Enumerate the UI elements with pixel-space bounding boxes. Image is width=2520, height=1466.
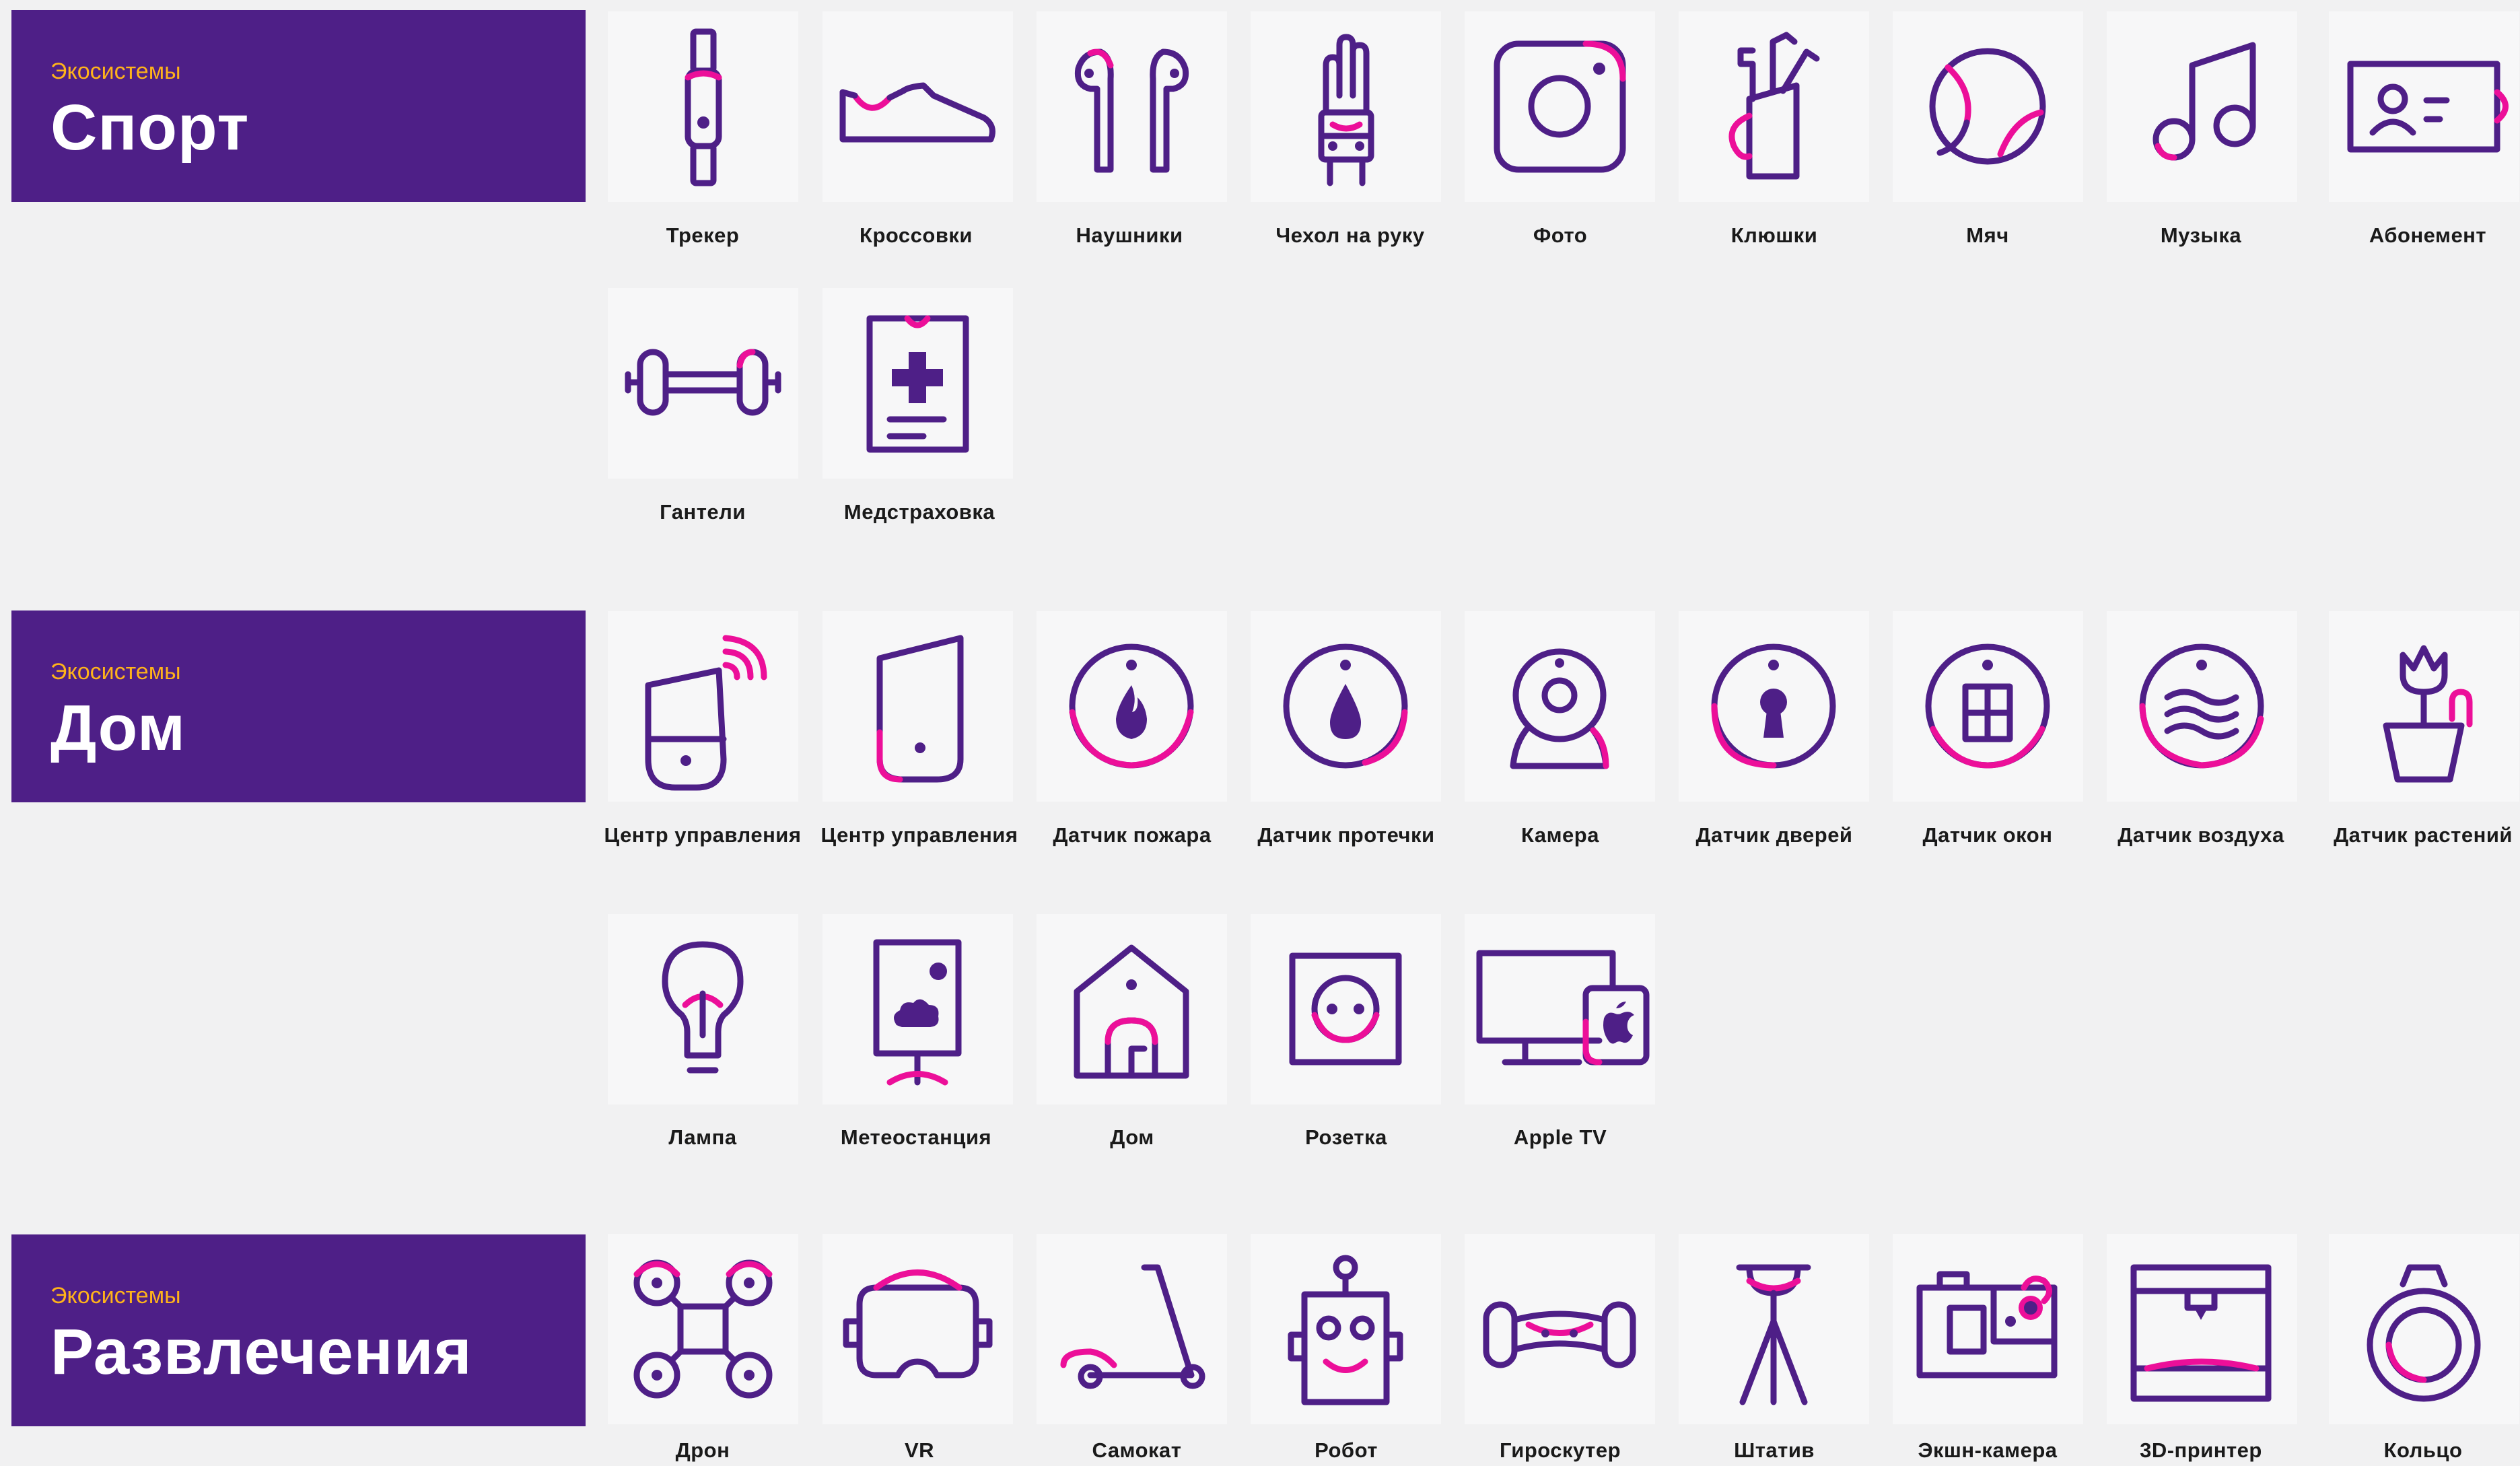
item-label: Кроссовки [860, 223, 973, 247]
item-label: Датчик воздуха [2118, 823, 2284, 847]
item-label: Фото [1533, 223, 1588, 247]
drone-icon[interactable] [608, 1234, 798, 1424]
apple-tv-icon[interactable] [1465, 914, 1655, 1105]
item-label: Самокат [1092, 1438, 1182, 1462]
tracker-icon[interactable] [608, 11, 798, 202]
item-label: Мяч [1966, 223, 2009, 247]
membership-card-icon[interactable] [2329, 11, 2519, 202]
scooter-icon[interactable] [1037, 1234, 1227, 1424]
section-subtitle: Экосистемы [50, 59, 181, 84]
item-label: Датчик дверей [1695, 823, 1853, 847]
item-label: Дрон [675, 1438, 730, 1462]
item-label: Датчик растений [2334, 823, 2513, 847]
fire-sensor-icon[interactable] [1037, 611, 1227, 802]
house-icon[interactable] [1037, 914, 1227, 1105]
item-label: Гироскутер [1499, 1438, 1621, 1462]
air-sensor-icon[interactable] [2107, 611, 2297, 802]
gyroscooter-icon[interactable] [1465, 1234, 1655, 1424]
item-label: VR [904, 1438, 935, 1462]
section-title: Дом [50, 692, 186, 764]
item-label: Чехол на руку [1275, 223, 1425, 247]
music-note-icon[interactable] [2107, 11, 2297, 202]
action-camera-icon[interactable] [1893, 1234, 2083, 1424]
dumbbell-icon[interactable] [608, 288, 798, 479]
earphones-icon[interactable] [1037, 11, 1227, 202]
ring-icon[interactable] [2329, 1234, 2519, 1424]
section-banner-sport: Экосистемы Спорт [11, 10, 586, 202]
plant-sensor-icon[interactable] [2329, 611, 2519, 802]
item-label: Розетка [1305, 1125, 1387, 1149]
smart-hub-wireless-icon[interactable] [608, 611, 798, 802]
section-title: Спорт [50, 92, 250, 164]
weather-station-icon[interactable] [823, 914, 1013, 1105]
item-label: Абонемент [2369, 223, 2487, 247]
golf-clubs-icon[interactable] [1679, 11, 1869, 202]
ball-icon[interactable] [1893, 11, 2083, 202]
item-label: Гантели [660, 500, 746, 524]
item-label: Датчик протечки [1257, 823, 1435, 847]
vr-headset-icon[interactable] [823, 1234, 1013, 1424]
item-label: Наушники [1076, 223, 1183, 247]
item-label: Клюшки [1730, 223, 1818, 247]
item-label: Датчик окон [1922, 823, 2053, 847]
item-label: Apple TV [1513, 1125, 1607, 1149]
section-subtitle: Экосистемы [50, 659, 181, 685]
arm-case-icon[interactable] [1251, 11, 1441, 202]
tripod-icon[interactable] [1679, 1234, 1869, 1424]
item-label: Медстраховка [843, 500, 995, 524]
item-label: Кольцо [2383, 1438, 2463, 1462]
power-socket-icon[interactable] [1251, 914, 1441, 1105]
camera-photo-icon[interactable] [1465, 11, 1655, 202]
leak-sensor-icon[interactable] [1251, 611, 1441, 802]
medical-insurance-icon[interactable] [823, 288, 1013, 479]
item-label: Центр управления [820, 823, 1018, 847]
item-label: Экшн-камера [1918, 1438, 2058, 1462]
window-sensor-icon[interactable] [1893, 611, 2083, 802]
item-label: Метеостанция [840, 1125, 992, 1149]
item-label: Дом [1110, 1125, 1154, 1149]
item-label: 3D-принтер [2140, 1438, 2262, 1462]
item-label: Музыка [2160, 223, 2242, 247]
smart-hub-icon[interactable] [823, 611, 1013, 802]
item-label: Робот [1315, 1438, 1378, 1462]
item-label: Штатив [1734, 1438, 1815, 1462]
item-label: Центр управления [604, 823, 802, 847]
door-sensor-icon[interactable] [1679, 611, 1869, 802]
item-label: Трекер [666, 223, 740, 247]
section-banner-home: Экосистемы Дом [11, 610, 586, 802]
lamp-icon[interactable] [608, 914, 798, 1105]
item-label: Датчик пожара [1053, 823, 1212, 847]
section-subtitle: Экосистемы [50, 1283, 181, 1308]
item-label: Лампа [668, 1125, 737, 1149]
robot-icon[interactable] [1251, 1234, 1441, 1424]
sneakers-icon[interactable] [823, 11, 1013, 202]
webcam-icon[interactable] [1465, 611, 1655, 802]
item-label: Камера [1521, 823, 1599, 847]
section-banner-entertainment: Экосистемы Развлечения [11, 1234, 586, 1426]
3d-printer-icon[interactable] [2107, 1234, 2297, 1424]
section-title: Развлечения [50, 1316, 473, 1388]
